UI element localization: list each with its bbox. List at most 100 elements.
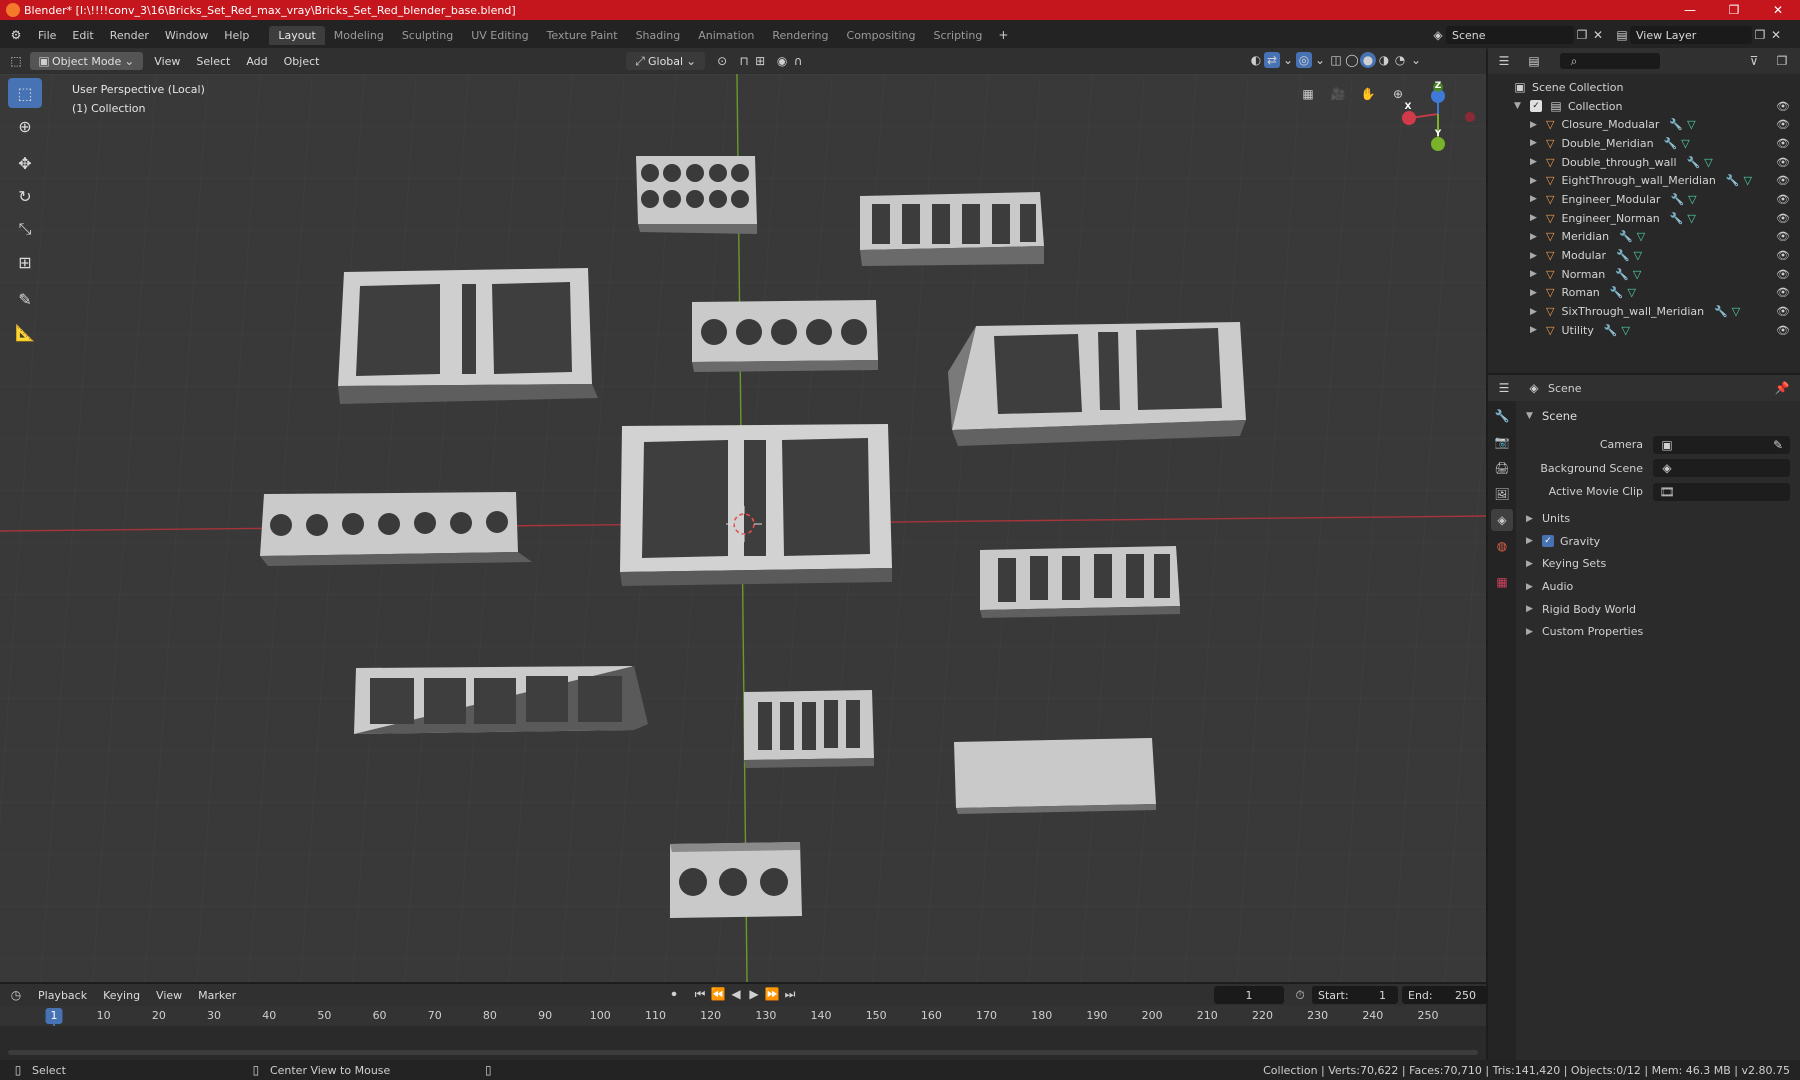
tab-uv-editing[interactable]: UV Editing [462,26,537,45]
tool-tab-icon[interactable]: 🔧 [1491,405,1513,427]
wrench-icon[interactable]: 🔧 [1604,324,1622,337]
chevron-down-icon[interactable]: ⌄ [1408,52,1424,68]
subpanel-header[interactable]: ▶ Audio [1518,575,1800,598]
gizmo-z-label[interactable]: Z [1432,81,1444,91]
chevron-right-icon[interactable]: ▶ [1530,194,1538,204]
scale-tool-icon[interactable]: ⤡ [8,214,42,244]
mesh-data-icon[interactable]: ▽ [1633,268,1645,281]
eye-icon[interactable]: 👁 [1776,100,1790,113]
current-frame-field[interactable]: 1 [1214,986,1284,1004]
play-reverse-icon[interactable]: ◀ [728,986,744,1002]
display-mode-icon[interactable]: ▤ [1526,53,1542,69]
cursor-tool-icon[interactable]: ⊕ [8,111,42,141]
viewport-menu-object[interactable]: Object [276,55,328,68]
outliner-object-row[interactable]: ▶ ▽ Meridian 🔧▽ 👁 [1488,228,1800,247]
snap-icon[interactable]: ⊓ [736,53,752,69]
new-collection-icon[interactable]: ❐ [1774,53,1790,69]
wrench-icon[interactable]: 🔧 [1670,212,1688,225]
eye-icon[interactable]: 👁 [1776,324,1790,337]
blender-menu-icon[interactable]: ⚙ [8,27,24,43]
camera-field[interactable]: ▣ ✎ [1653,435,1790,454]
gizmo-toggle-icon[interactable]: ⇄ [1264,52,1280,68]
jump-start-icon[interactable]: ⏮ [692,986,708,1002]
outliner-object-row[interactable]: ▶ ▽ Utility 🔧▽ 👁 [1488,321,1800,340]
view-layer-tab-icon[interactable]: 🖼 [1491,483,1513,505]
view-layer-selector[interactable]: View Layer [1630,26,1752,44]
chevron-down-icon[interactable]: ⌄ [1312,52,1328,68]
solid-shading-icon[interactable]: ● [1360,52,1376,68]
start-frame-field[interactable]: Start: 1 [1312,986,1398,1004]
mesh-data-icon[interactable]: ▽ [1744,174,1756,187]
record-icon[interactable]: ⏺ [666,986,682,1002]
subpanel-header[interactable]: ▶ Custom Properties [1518,620,1800,643]
maximize-button[interactable]: ❐ [1712,0,1756,20]
menu-render[interactable]: Render [102,29,157,42]
eye-icon[interactable]: 👁 [1776,193,1790,206]
world-tab-icon[interactable]: ◍ [1491,535,1513,557]
subpanel-header[interactable]: ▶ ✓ Gravity [1518,530,1800,553]
timeline-ruler[interactable]: 10 20 30 40 50 60 70 80 90 100 110 120 130 140 150 160 1… [0,1006,1486,1064]
add-workspace-icon[interactable]: + [995,27,1011,43]
filter-icon[interactable]: ⊽ [1746,53,1762,69]
timeline-menu-marker[interactable]: Marker [190,989,244,1002]
mesh-data-icon[interactable]: ▽ [1687,212,1699,225]
gizmo-y-label[interactable]: Y [1432,129,1444,139]
eye-icon[interactable]: 👁 [1776,137,1790,150]
wrench-icon[interactable]: 🔧 [1664,137,1682,150]
next-keyframe-icon[interactable]: ⏩ [764,986,780,1002]
render-tab-icon[interactable]: 📷 [1491,431,1513,453]
outliner-object-row[interactable]: ▶ ▽ Double_through_wall 🔧▽ 👁 [1488,153,1800,172]
outliner-collection[interactable]: ▼ ✓ ▤ Collection 👁 [1488,97,1800,116]
wrench-icon[interactable]: 🔧 [1619,230,1637,243]
eye-icon[interactable]: 👁 [1776,212,1790,225]
tab-animation[interactable]: Animation [689,26,763,45]
pin-icon[interactable]: 📌 [1774,380,1790,396]
mesh-data-icon[interactable]: ▽ [1687,118,1699,131]
eye-icon[interactable]: 👁 [1776,305,1790,318]
falloff-icon[interactable]: ∩ [790,53,806,69]
material-shading-icon[interactable]: ◑ [1376,52,1392,68]
wireframe-shading-icon[interactable]: ◯ [1344,52,1360,68]
eye-icon[interactable]: 👁 [1776,156,1790,169]
timeline-scrollbar[interactable] [8,1050,1478,1055]
annotate-tool-icon[interactable]: ✎ [8,284,42,314]
chevron-right-icon[interactable]: ▶ [1530,251,1538,261]
wrench-icon[interactable]: 🔧 [1714,305,1732,318]
delete-scene-icon[interactable]: ✕ [1590,27,1606,43]
3d-viewport[interactable]: User Perspective (Local) (1) Collection … [0,74,1486,982]
outliner-object-row[interactable]: ▶ ▽ Norman 🔧▽ 👁 [1488,265,1800,284]
wrench-icon[interactable]: 🔧 [1670,193,1688,206]
subpanel-header[interactable]: ▶ Units [1518,508,1800,531]
chevron-right-icon[interactable]: ▶ [1530,138,1538,148]
zoom-icon[interactable]: ⊕ [1386,82,1410,106]
proportional-edit-icon[interactable]: ◉ [774,53,790,69]
chevron-right-icon[interactable]: ▶ [1530,232,1538,242]
current-frame-indicator[interactable]: 1 [45,1008,63,1024]
pivot-point-icon[interactable]: ⊙ [714,53,730,69]
select-box-tool-icon[interactable]: ⬚ [8,78,42,108]
background-scene-field[interactable]: ◈ [1653,459,1790,478]
transform-tool-icon[interactable]: ⊞ [8,247,42,277]
outliner-object-row[interactable]: ▶ ▽ Engineer_Norman 🔧▽ 👁 [1488,209,1800,228]
new-view-layer-icon[interactable]: ❐ [1752,27,1768,43]
subpanel-header[interactable]: ▶ Rigid Body World [1518,598,1800,621]
viewport-menu-view[interactable]: View [146,55,188,68]
tab-compositing[interactable]: Compositing [838,26,925,45]
gravity-checkbox[interactable]: ✓ [1542,535,1554,548]
close-button[interactable]: ✕ [1756,0,1800,20]
xray-icon[interactable]: ◫ [1328,52,1344,68]
mesh-data-icon[interactable]: ▽ [1627,286,1639,299]
overlay-toggle-icon[interactable]: ◎ [1296,52,1312,68]
chevron-down-icon[interactable]: ⌄ [1280,52,1296,68]
chevron-right-icon[interactable]: ▶ [1530,325,1538,335]
prev-keyframe-icon[interactable]: ⏪ [710,986,726,1002]
outliner-object-row[interactable]: ▶ ▽ EightThrough_wall_Meridian 🔧▽ 👁 [1488,171,1800,190]
chevron-right-icon[interactable]: ▶ [1530,288,1538,298]
chevron-right-icon[interactable]: ▶ [1530,157,1538,167]
menu-window[interactable]: Window [157,29,216,42]
stopwatch-icon[interactable]: ⏱ [1292,987,1308,1003]
viewport-menu-add[interactable]: Add [238,55,275,68]
snap-target-icon[interactable]: ⊞ [752,53,768,69]
jump-end-icon[interactable]: ⏭ [782,986,798,1002]
outliner-object-row[interactable]: ▶ ▽ Roman 🔧▽ 👁 [1488,284,1800,303]
